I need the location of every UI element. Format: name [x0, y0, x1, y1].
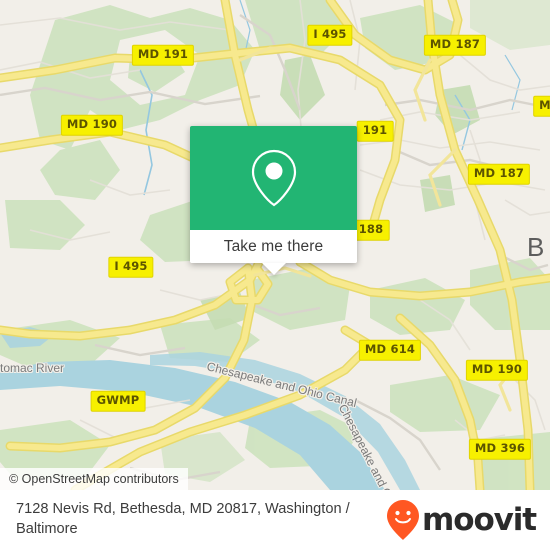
footer-bar: 7128 Nevis Rd, Bethesda, MD 20817, Washi…: [0, 490, 550, 550]
road-shield-md-187[interactable]: MD 187: [423, 34, 487, 56]
road-shield-md-190[interactable]: MD 190: [465, 359, 529, 381]
road-shield-m[interactable]: M: [533, 95, 550, 117]
road-shield-md-190[interactable]: MD 190: [60, 114, 124, 136]
road-shield-i-495[interactable]: I 495: [108, 256, 154, 278]
road-shield-gwmp[interactable]: GWMP: [90, 390, 146, 412]
moovit-map-screenshot: MD 191 I 495 MD 187 MD 190 191 MD 187 M 188 I 49…: [0, 0, 550, 550]
moovit-wordmark: moovit: [422, 501, 537, 538]
road-shield-md-614[interactable]: MD 614: [358, 339, 422, 361]
popup-icon-area: [190, 126, 357, 230]
road-shield-191[interactable]: 191: [356, 120, 394, 142]
map-pin-icon: [251, 149, 296, 207]
moovit-pin-icon: [387, 500, 420, 540]
popup-tail: [261, 263, 286, 275]
moovit-logo[interactable]: moovit: [386, 499, 537, 541]
take-me-there-label: Take me there: [223, 237, 324, 255]
road-shield-188[interactable]: 188: [352, 219, 390, 241]
road-shield-md-187[interactable]: MD 187: [467, 163, 531, 185]
address-text: 7128 Nevis Rd, Bethesda, MD 20817, Washi…: [16, 501, 350, 537]
location-popup-card[interactable]: Take me there: [190, 126, 357, 275]
map-attribution[interactable]: © OpenStreetMap contributors: [0, 468, 188, 490]
road-shield-i-495[interactable]: I 495: [307, 24, 353, 46]
road-shield-md-396[interactable]: MD 396: [468, 438, 532, 460]
popup-action-area[interactable]: Take me there: [190, 230, 357, 275]
road-shield-md-191[interactable]: MD 191: [131, 44, 195, 66]
